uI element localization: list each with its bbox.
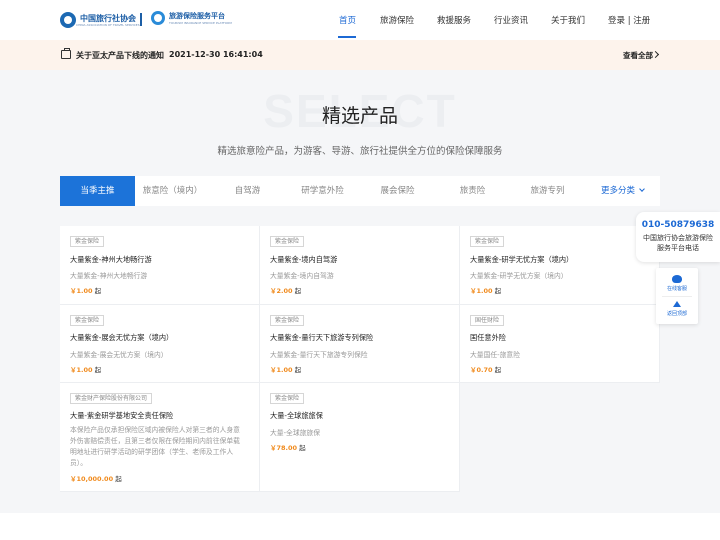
product-card[interactable]: 紫金保险 大量紫金-神州大地畅行游 大量紫金-神州大地畅行游 ￥1.00 起 — [60, 226, 260, 305]
product-insurer-tag: 国任财险 — [470, 315, 505, 326]
product-price-amount: ￥1.00 — [470, 287, 493, 295]
product-insurer-tag: 紫金保险 — [270, 315, 305, 326]
nav-industry-news[interactable]: 行业资讯 — [494, 14, 528, 26]
back-to-top-button[interactable]: 返回顶部 — [656, 298, 698, 322]
product-desc: 大量-全球旅旅保 — [270, 429, 321, 437]
notice-bar: 关于亚太产品下线的通知 2021-12-30 16:41:04 查看全部 — [0, 40, 720, 70]
product-price-unit: 起 — [494, 366, 502, 374]
product-name: 大量紫金-展会无忧方案（境内） — [70, 333, 174, 342]
product-name: 大量-紫金研学基地安全责任保险 — [70, 411, 174, 420]
product-card[interactable]: 紫金保险 大量紫金-量行天下旅游专列保险 大量紫金-量行天下旅游专列保险 ￥1.… — [260, 305, 460, 383]
product-price: ￥0.70 起 — [470, 364, 501, 374]
product-insurer-tag: 紫金保险 — [270, 393, 305, 404]
product-desc: 大量紫金-量行天下旅游专列保险 — [270, 351, 368, 359]
product-insurer-tag: 紫金保险 — [70, 236, 105, 247]
product-price: ￥1.00 起 — [70, 285, 101, 295]
product-card[interactable]: 紫金保险 大量紫金-展会无忧方案（境内） 大量紫金-展会无忧方案（境内） ￥1.… — [60, 305, 260, 383]
product-name: 大量紫金-神州大地畅行游 — [70, 255, 152, 264]
product-price: ￥78.00 起 — [270, 442, 306, 452]
tab-tourist-train[interactable]: 旅游专列 — [510, 176, 585, 206]
product-price-amount: ￥1.00 — [70, 287, 93, 295]
arrow-up-icon — [673, 301, 681, 307]
nav-active-indicator — [338, 36, 356, 38]
product-price: ￥1.00 起 — [470, 285, 501, 295]
product-price: ￥1.00 起 — [70, 364, 101, 374]
notice-view-all-link[interactable]: 查看全部 — [623, 50, 653, 61]
product-price-amount: ￥1.00 — [270, 366, 293, 374]
product-price-unit: 起 — [294, 287, 302, 295]
tab-domestic-travel-accident[interactable]: 旅意险（境内） — [135, 176, 210, 206]
product-desc: 大量紫金-神州大地畅行游 — [70, 272, 148, 280]
product-price: ￥10,000.00 起 — [70, 473, 122, 483]
nav-travel-insurance[interactable]: 旅游保险 — [380, 14, 414, 26]
headset-icon — [672, 275, 682, 283]
section-subtitle: 精选旅意险产品，为游客、导游、旅行社提供全方位的保险保障服务 — [217, 146, 503, 157]
tab-self-drive[interactable]: 自驾游 — [210, 176, 285, 206]
product-card[interactable]: 紫金保险 大量紫金-研学无忧方案（境内） 大量紫金-研学无忧方案（境内） ￥1.… — [460, 226, 660, 305]
product-price-unit: 起 — [294, 366, 302, 374]
product-grid: 紫金保险 大量紫金-神州大地畅行游 大量紫金-神州大地畅行游 ￥1.00 起 紫… — [60, 226, 660, 492]
product-card[interactable]: 紫金财产保险股份有限公司 大量-紫金研学基地安全责任保险 本保险产品仅承担保险区… — [60, 383, 260, 492]
product-price-unit: 起 — [94, 366, 102, 374]
product-price-amount: ￥0.70 — [470, 366, 493, 374]
product-name: 大量紫金-境内自驾游 — [270, 255, 338, 264]
product-desc: 大量国任-旅意险 — [470, 351, 521, 359]
tab-exhibition-insurance[interactable]: 展会保险 — [360, 176, 435, 206]
hotline-label: 中国旅行协会旅游保险服务平台电话 — [643, 234, 713, 252]
product-price: ￥1.00 起 — [270, 364, 301, 374]
product-desc: 本保险产品仅承担保险区域内被保险人对第三者的人身意外伤害赔偿责任，且第三者仅限在… — [70, 426, 240, 467]
product-price-unit: 起 — [115, 475, 122, 483]
tab-more-categories[interactable]: 更多分类 — [585, 176, 660, 206]
nav-home[interactable]: 首页 — [339, 14, 356, 26]
product-price-unit: 起 — [299, 444, 306, 452]
product-insurer-tag: 紫金保险 — [270, 236, 305, 247]
online-service-button[interactable]: 在线客服 — [656, 272, 698, 296]
product-price-amount: ￥2.00 — [270, 287, 293, 295]
product-name: 大量紫金-研学无忧方案（境内） — [470, 255, 574, 264]
product-desc: 大量紫金-研学无忧方案（境内） — [470, 272, 568, 280]
online-service-label: 在线客服 — [666, 286, 687, 292]
product-price-amount: ￥10,000.00 — [70, 475, 114, 483]
product-name: 大量-全球旅旅保 — [270, 411, 323, 420]
hotline-number: 010-50879638 — [641, 220, 715, 230]
float-toolbar: 在线客服 返回顶部 — [656, 268, 698, 324]
product-price-unit: 起 — [494, 287, 502, 295]
chevron-right-icon[interactable] — [651, 50, 660, 59]
tab-travel-liability[interactable]: 旅责险 — [435, 176, 510, 206]
product-price: ￥2.00 起 — [270, 285, 301, 295]
nav-login-register[interactable]: 登录 | 注册 — [608, 14, 650, 26]
product-insurer-tag: 紫金保险 — [470, 236, 505, 247]
nav-about-us[interactable]: 关于我们 — [551, 14, 585, 26]
main-nav: 首页 旅游保险 救援服务 行业资讯 关于我们 登录 | 注册 — [0, 0, 720, 40]
product-price-amount: ￥78.00 — [270, 444, 298, 452]
tab-study-tour-accident[interactable]: 研学意外险 — [285, 176, 360, 206]
product-name: 国任意外险 — [470, 333, 506, 342]
tab-more-label: 更多分类 — [600, 186, 635, 196]
toolbar-divider — [662, 296, 692, 297]
site-header: 中国旅行社协会 CHINA ASSOCIATION OF TRAVEL SERV… — [0, 0, 720, 40]
section-title: 精选产品 — [321, 105, 398, 127]
briefcase-icon — [61, 48, 71, 59]
notice-title[interactable]: 关于亚太产品下线的通知 — [76, 50, 164, 61]
product-name: 大量紫金-量行天下旅游专列保险 — [270, 333, 374, 342]
product-desc: 大量紫金-展会无忧方案（境内） — [70, 351, 168, 359]
product-insurer-tag: 紫金保险 — [70, 315, 105, 326]
chevron-down-icon — [639, 186, 645, 192]
back-to-top-label: 返回顶部 — [666, 311, 687, 317]
product-card[interactable]: 紫金保险 大量紫金-境内自驾游 大量紫金-境内自驾游 ￥2.00 起 — [260, 226, 460, 305]
product-insurer-tag: 紫金财产保险股份有限公司 — [70, 393, 153, 404]
product-card[interactable]: 紫金保险 大量-全球旅旅保 大量-全球旅旅保 ￥78.00 起 — [260, 383, 460, 492]
product-desc: 大量紫金-境内自驾游 — [270, 272, 334, 280]
product-price-amount: ￥1.00 — [70, 366, 93, 374]
tab-season-featured[interactable]: 当季主推 — [60, 176, 135, 206]
nav-rescue-service[interactable]: 救援服务 — [437, 14, 471, 26]
notice-time: 2021-12-30 16:41:04 — [169, 50, 263, 59]
product-price-unit: 起 — [94, 287, 102, 295]
product-card[interactable]: 国任财险 国任意外险 大量国任-旅意险 ￥0.70 起 — [460, 305, 660, 383]
contact-float-panel[interactable]: 010-50879638 中国旅行协会旅游保险服务平台电话 — [636, 212, 720, 262]
category-tabs: 当季主推 旅意险（境内） 自驾游 研学意外险 展会保险 旅责险 旅游专列 更多分… — [60, 176, 660, 206]
